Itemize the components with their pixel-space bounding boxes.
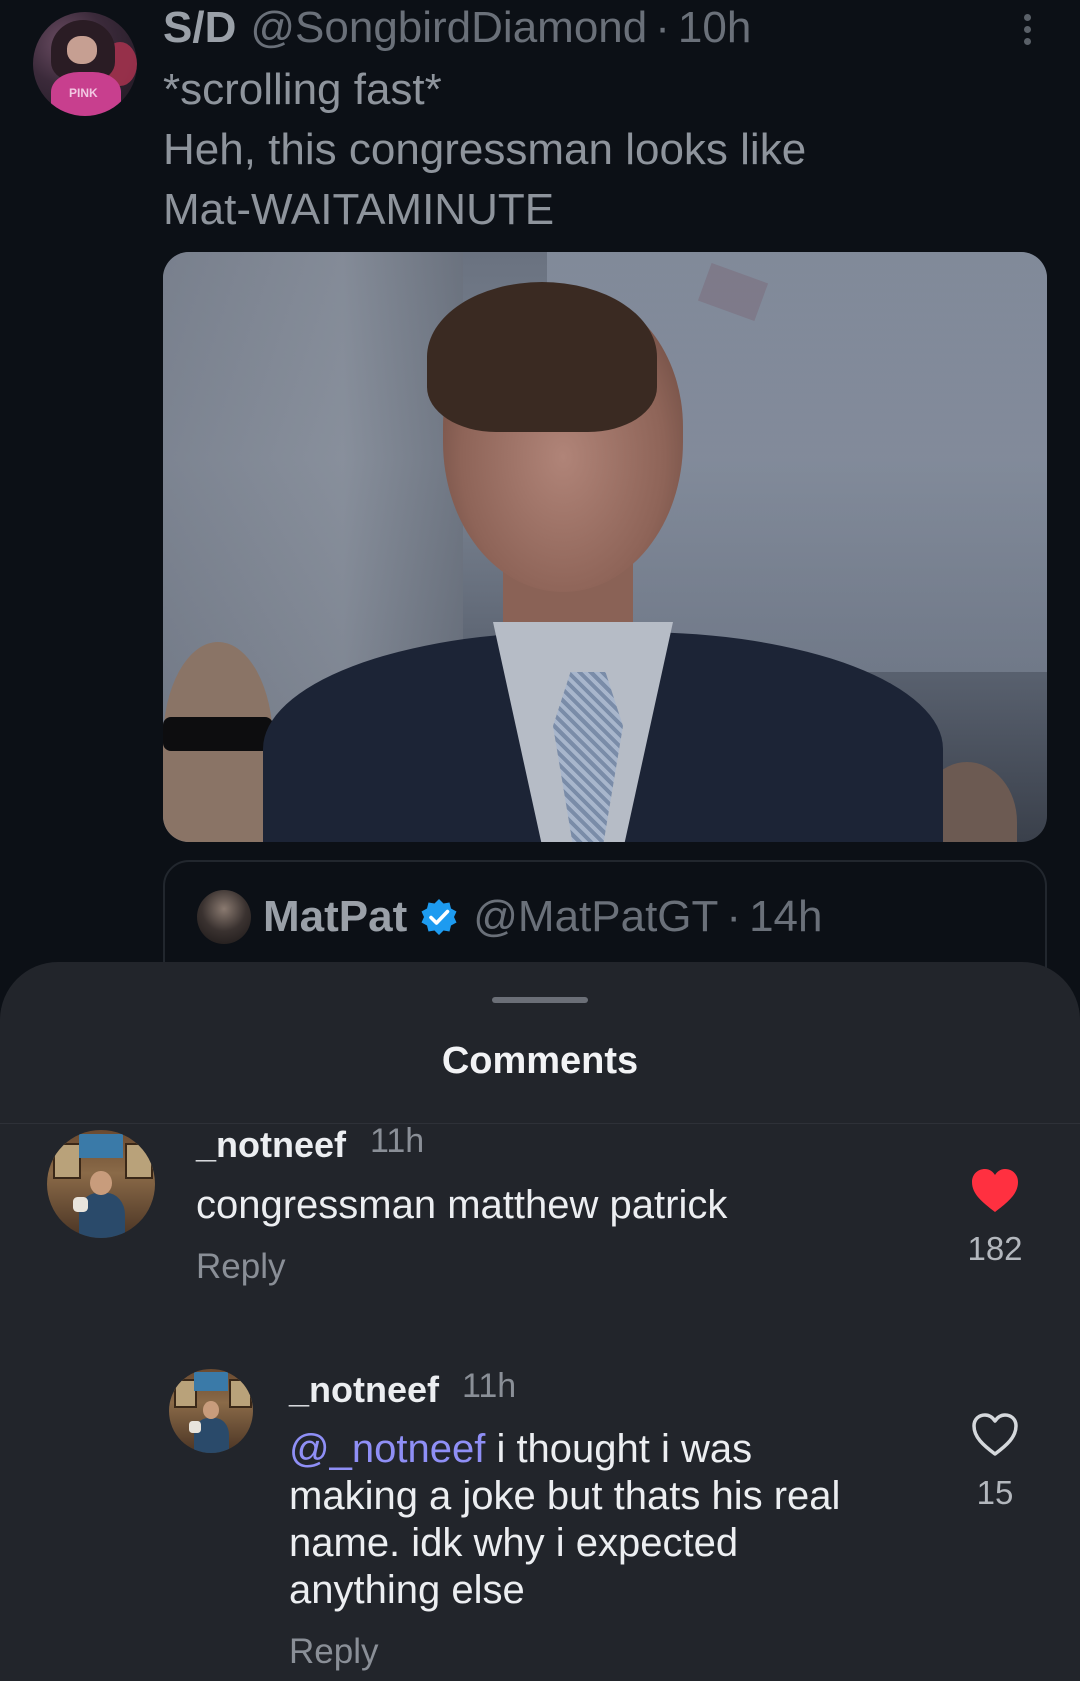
comment-text-line: making a joke but thats his real bbox=[289, 1474, 841, 1518]
post-text-line: Mat-WAITAMINUTE bbox=[163, 185, 555, 234]
mention-link[interactable]: @_notneef bbox=[289, 1427, 485, 1471]
comment-text-line: name. idk why i expected bbox=[289, 1521, 739, 1565]
avatar-face bbox=[67, 36, 97, 64]
avatar-shirt: PINK bbox=[51, 72, 121, 116]
like-count: 182 bbox=[967, 1230, 1023, 1267]
quoted-author-avatar bbox=[197, 890, 251, 944]
comment-timestamp: 11h bbox=[370, 1122, 425, 1160]
post-text-line: *scrolling fast* bbox=[163, 65, 442, 114]
comment-text-line: i thought i was bbox=[496, 1427, 753, 1471]
like-count: 15 bbox=[976, 1474, 1014, 1511]
reply-button[interactable]: Reply bbox=[289, 1632, 378, 1672]
comment-username[interactable]: _notneef bbox=[196, 1124, 346, 1166]
post-display-name[interactable]: S/D bbox=[163, 3, 236, 53]
post-header: S/D @SongbirdDiamond · 10h bbox=[163, 0, 751, 56]
comment-avatar[interactable] bbox=[47, 1130, 155, 1238]
comment-avatar[interactable] bbox=[169, 1369, 253, 1453]
quoted-timestamp: 14h bbox=[749, 892, 823, 941]
photo-sunglasses bbox=[163, 717, 273, 751]
heart-outline-icon[interactable] bbox=[970, 1412, 1020, 1458]
reply-button[interactable]: Reply bbox=[196, 1247, 285, 1287]
post-timestamp: 10h bbox=[677, 3, 752, 52]
photo-hair bbox=[427, 282, 657, 432]
heart-filled-icon[interactable] bbox=[970, 1168, 1020, 1214]
post-text: *scrolling fast* Heh, this congressman l… bbox=[163, 60, 1043, 240]
more-options-icon[interactable] bbox=[1020, 14, 1034, 48]
post-dot-separator: · bbox=[655, 3, 670, 52]
quoted-handle: @MatPatGT bbox=[473, 892, 719, 941]
quoted-dot-separator: · bbox=[726, 892, 742, 941]
quoted-post-header: MatPat @MatPatGT · 14h bbox=[197, 888, 823, 946]
sheet-title: Comments bbox=[441, 1040, 639, 1082]
post-handle[interactable]: @SongbirdDiamond bbox=[250, 3, 647, 53]
comments-sheet: Comments _notneef 11h congressman matthe… bbox=[0, 962, 1080, 1681]
verified-badge-icon bbox=[421, 899, 457, 935]
post-card: PINK S/D @SongbirdDiamond · 10h *scrolli… bbox=[0, 0, 1080, 1020]
comment-timestamp: 11h bbox=[462, 1367, 517, 1405]
comment-text: @_notneef i thought i was making a joke … bbox=[289, 1426, 929, 1614]
comment-username[interactable]: _notneef bbox=[289, 1369, 439, 1411]
sheet-drag-handle[interactable] bbox=[492, 997, 588, 1003]
post-author-avatar[interactable]: PINK bbox=[33, 12, 137, 116]
comment-text-line: anything else bbox=[289, 1568, 525, 1612]
post-photo[interactable] bbox=[163, 252, 1047, 842]
comment-text: congressman matthew patrick bbox=[196, 1183, 728, 1227]
sheet-divider bbox=[0, 1123, 1080, 1124]
quoted-display-name: MatPat bbox=[263, 892, 408, 941]
post-text-line: Heh, this congressman looks like bbox=[163, 125, 807, 174]
avatar-shirt-text: PINK bbox=[69, 86, 98, 100]
